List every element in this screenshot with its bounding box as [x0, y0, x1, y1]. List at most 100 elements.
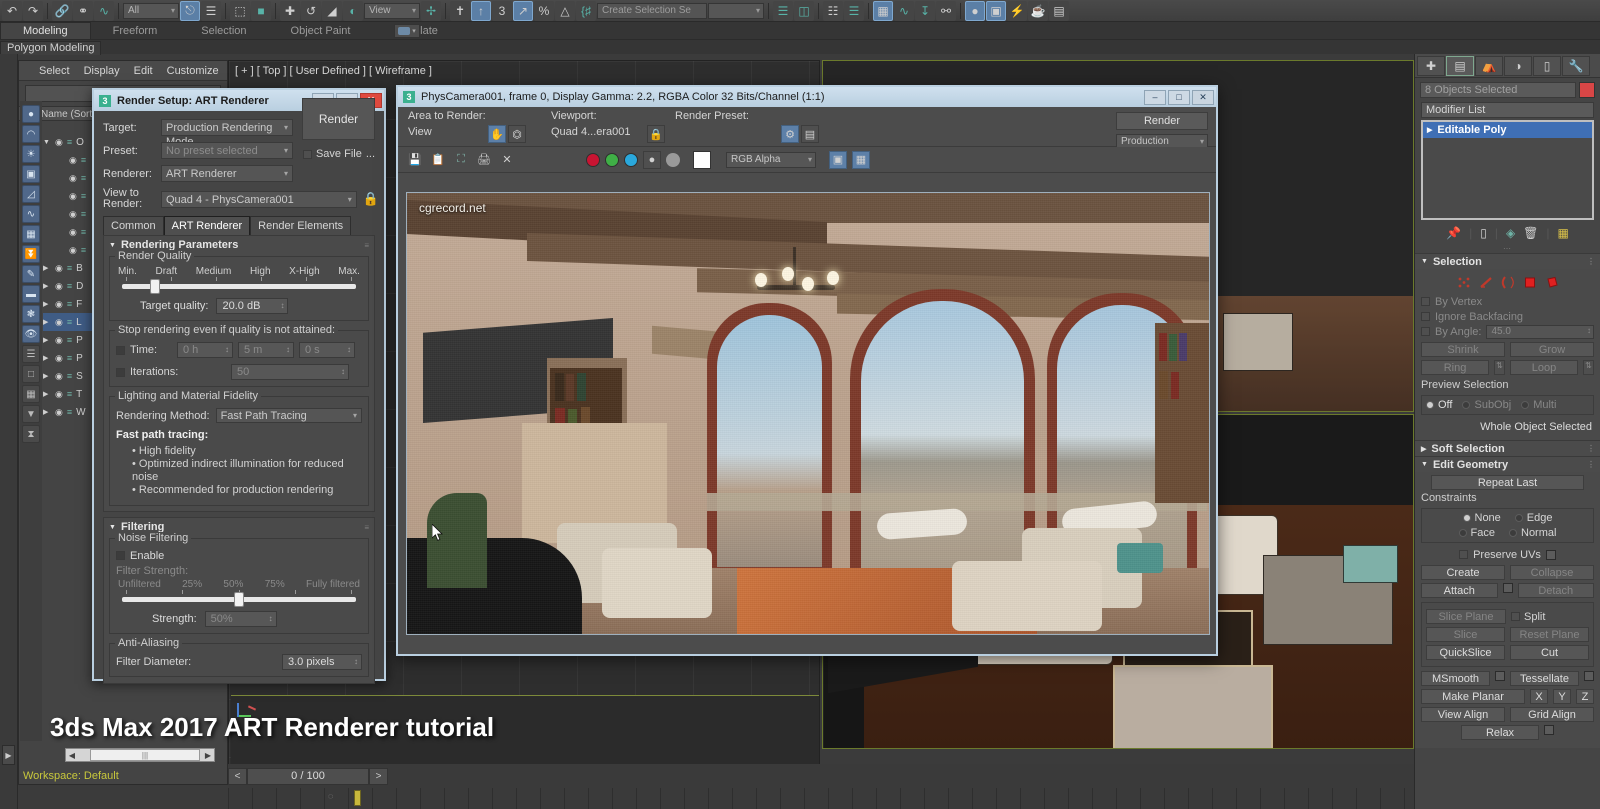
modifier-stack-item-editable-poly[interactable]: ▶ Editable Poly — [1423, 122, 1592, 138]
renderer-dropdown[interactable]: ART Renderer — [161, 165, 293, 182]
visibility-eye-icon[interactable]: ◉ — [55, 335, 63, 346]
command-panel[interactable]: ✚ ▤ ⛺ ◑ ▯ 🔧 8 Objects Selected Modifier … — [1414, 54, 1600, 809]
blue-channel-icon[interactable] — [624, 152, 638, 167]
constraint-face-radio[interactable] — [1458, 529, 1467, 537]
auto-region-selected-icon[interactable]: ⏣ — [508, 125, 526, 143]
frame-navigation[interactable]: < 0 / 100 > — [228, 768, 388, 785]
snap-toggle-icon[interactable]: ✝ — [450, 0, 470, 21]
preserve-uvs-checkbox[interactable] — [1459, 550, 1469, 559]
filter-particles-icon[interactable]: ❃ — [22, 305, 40, 323]
time-checkbox[interactable] — [116, 345, 125, 355]
environment-dialog-icon[interactable]: ▤ — [801, 125, 819, 143]
rendered-frame-toolbar-top[interactable]: Area to Render: View ✋ ⏣ Viewport: Quad … — [398, 107, 1216, 151]
slice-button[interactable]: Slice — [1426, 627, 1505, 642]
filter-xrefs-icon[interactable]: ⏬ — [22, 245, 40, 263]
rollout-header-soft-selection[interactable]: ▶ Soft Selection ⋮ — [1415, 440, 1600, 456]
preview-selection-options[interactable]: Off SubObj Multi — [1421, 395, 1594, 415]
split-checkbox[interactable] — [1511, 612, 1520, 621]
edit-region-icon[interactable]: ✋ — [488, 125, 506, 143]
modify-tab[interactable]: ▤ — [1446, 55, 1474, 76]
visibility-eye-icon[interactable]: ◉ — [55, 299, 63, 310]
edge-subobject-icon[interactable] — [1478, 275, 1493, 289]
viewport-dropdown[interactable]: Quad 4...era001 — [551, 126, 639, 138]
preset-row[interactable]: Preset: No preset selected — [103, 142, 293, 159]
configure-modifier-sets-icon[interactable]: ▦ — [1558, 226, 1569, 240]
view-align-button[interactable]: View Align — [1421, 707, 1505, 722]
ribbon-tab-freeform[interactable]: Freeform — [91, 23, 180, 39]
constraint-normal-radio[interactable] — [1509, 529, 1517, 537]
motion-tab[interactable]: ◑ — [1504, 55, 1532, 76]
filtering-panel[interactable]: ▼ Filtering ≡ Noise Filtering Enable Fil… — [103, 517, 375, 684]
constraint-none-radio[interactable] — [1462, 514, 1471, 522]
material-editor-icon[interactable]: ● — [965, 0, 985, 21]
iterations-checkbox[interactable] — [116, 367, 125, 377]
track-bar-ticks[interactable] — [228, 788, 1414, 809]
create-tab[interactable]: ✚ — [1417, 55, 1445, 76]
remove-modifier-icon[interactable]: 🗑 — [1523, 226, 1538, 240]
visibility-eye-icon[interactable]: ◉ — [69, 173, 77, 184]
target-dropdown[interactable]: Production Rendering Mode — [161, 119, 293, 148]
render-in-cloud-icon[interactable]: ▤ — [1049, 0, 1069, 21]
preview-multi-radio-row[interactable]: Multi — [1521, 399, 1556, 411]
render-production-icon[interactable]: ⚡ — [1007, 0, 1027, 21]
filter-diameter-input[interactable]: 3.0 pixels — [282, 654, 362, 670]
box-view-icon[interactable]: □ — [22, 365, 40, 383]
msmooth-button[interactable]: MSmooth — [1421, 671, 1490, 686]
attach-detach-row[interactable]: Attach Detach — [1421, 583, 1594, 598]
slice-reset-row[interactable]: Slice Reset Plane — [1426, 627, 1589, 642]
scrollbar-thumb[interactable]: ||| — [90, 749, 200, 761]
constraint-edge-row[interactable]: Edge — [1514, 512, 1553, 524]
ribbon[interactable]: Modeling Freeform Selection Object Paint… — [0, 22, 1600, 55]
ribbon-subtab-polygon-modeling[interactable]: Polygon Modeling — [0, 41, 102, 55]
named-selection-dropdown[interactable] — [708, 2, 764, 19]
expand-triangle-right-icon[interactable]: ▶ — [43, 354, 51, 362]
relax-button[interactable]: Relax — [1461, 725, 1539, 740]
msmooth-tessellate-row[interactable]: MSmooth Tessellate — [1421, 671, 1594, 686]
preserve-uvs-row[interactable]: Preserve UVs — [1421, 547, 1594, 562]
ring-loop-row[interactable]: Ring ⇅ Loop ⇅ — [1421, 360, 1594, 375]
render-frame-render-button[interactable]: Render — [1116, 112, 1208, 130]
menu-select[interactable]: Select — [39, 65, 70, 77]
select-and-rotate-icon[interactable]: ↺ — [301, 0, 321, 21]
select-and-move-icon[interactable]: ✚ — [280, 0, 300, 21]
filter-hidden-icon[interactable]: 👁 — [22, 325, 40, 343]
lock-viewport-icon[interactable]: 🔒 — [647, 125, 665, 143]
attach-settings-icon[interactable] — [1502, 583, 1513, 593]
visibility-eye-icon[interactable]: ◉ — [55, 407, 63, 418]
ignore-backfacing-checkbox-row[interactable]: Ignore Backfacing — [1421, 309, 1594, 324]
quickslice-button[interactable]: QuickSlice — [1426, 645, 1505, 660]
filter-strength-slider-handle[interactable] — [234, 592, 245, 607]
modifier-stack-toolbar[interactable]: 📌 | ▯ | ◈ 🗑 | ▦ — [1415, 222, 1600, 244]
bind-to-space-warp-icon[interactable]: ∿ — [94, 0, 114, 21]
rollout-header-edit-geometry[interactable]: ▼ Edit Geometry ⋮ — [1415, 456, 1600, 472]
collapse-button[interactable]: Collapse — [1510, 565, 1594, 580]
loop-spinner[interactable]: ⇅ — [1583, 360, 1594, 375]
strength-input[interactable]: 50% — [204, 611, 277, 627]
ribbon-toggle-icon[interactable]: ☰ — [844, 0, 864, 21]
percent-icon[interactable]: % — [534, 0, 554, 21]
repeat-last-button[interactable]: Repeat Last — [1431, 475, 1584, 490]
slice-plane-button[interactable]: Slice Plane — [1426, 609, 1506, 624]
visibility-eye-icon[interactable]: ◉ — [69, 245, 77, 256]
alpha-channel-icon[interactable]: ● — [643, 150, 661, 169]
filter-diameter-row[interactable]: Filter Diameter: 3.0 pixels — [116, 654, 362, 670]
preview-subobj-radio[interactable] — [1462, 401, 1471, 409]
undo-icon[interactable]: ↶ — [2, 0, 22, 21]
filter-lights-icon[interactable]: ☀ — [22, 145, 40, 163]
detach-button[interactable]: Detach — [1517, 583, 1594, 598]
create-button[interactable]: Create — [1421, 565, 1505, 580]
use-pivot-center-icon[interactable]: ✢ — [421, 0, 441, 21]
visibility-eye-icon[interactable]: ◉ — [69, 191, 77, 202]
maximize-button[interactable]: □ — [1168, 89, 1190, 105]
noise-enable-checkbox[interactable] — [116, 551, 125, 560]
scene-explorer-filter-toolbar[interactable]: ● ◠ ☀ ▣ ◿ ∿ ▦ ⏬ ✎ ▬ ❃ 👁 ☰ □ ▦ ▼ ⧗ — [20, 101, 42, 741]
ignore-backfacing-checkbox[interactable] — [1421, 312, 1430, 321]
object-name-field[interactable]: 8 Objects Selected — [1420, 82, 1576, 98]
tab-art-renderer[interactable]: ART Renderer — [163, 216, 251, 235]
reset-plane-button[interactable]: Reset Plane — [1510, 627, 1589, 642]
preview-off-radio[interactable] — [1426, 401, 1434, 409]
mirror-icon[interactable]: ☰ — [773, 0, 793, 21]
select-and-link-icon[interactable]: 🔗 — [52, 0, 72, 21]
strength-row[interactable]: Strength: 50% — [116, 611, 362, 627]
constraint-normal-row[interactable]: Normal — [1509, 527, 1556, 539]
